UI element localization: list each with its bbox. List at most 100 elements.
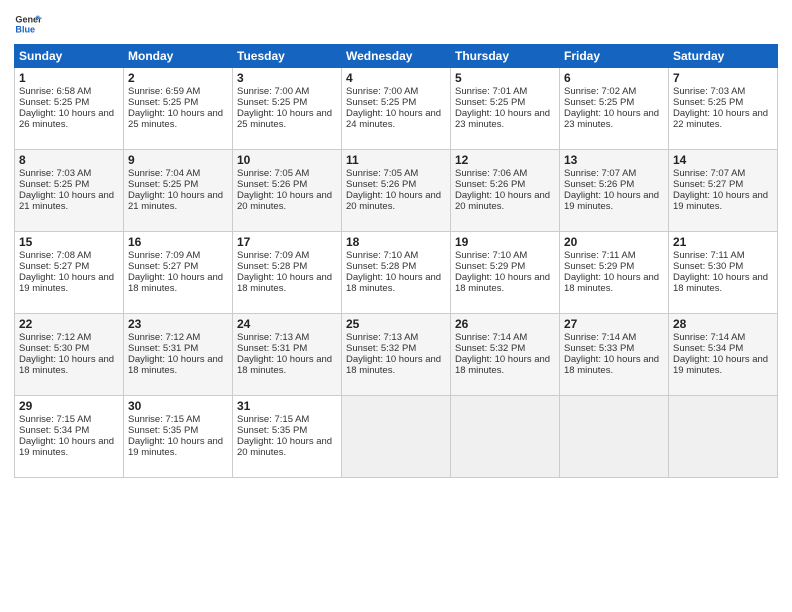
day-cell [669, 396, 778, 478]
day-cell: 29Sunrise: 7:15 AMSunset: 5:34 PMDayligh… [15, 396, 124, 478]
day-cell: 25Sunrise: 7:13 AMSunset: 5:32 PMDayligh… [342, 314, 451, 396]
sunrise-text: Sunrise: 7:13 AM [237, 332, 309, 343]
sunrise-text: Sunrise: 7:14 AM [564, 332, 636, 343]
col-header-thursday: Thursday [451, 45, 560, 68]
sunset-text: Sunset: 5:27 PM [673, 179, 743, 190]
day-cell: 24Sunrise: 7:13 AMSunset: 5:31 PMDayligh… [233, 314, 342, 396]
logo-icon: General Blue [14, 10, 42, 38]
sunset-text: Sunset: 5:35 PM [128, 425, 198, 436]
sunset-text: Sunset: 5:33 PM [564, 343, 634, 354]
week-row-3: 15Sunrise: 7:08 AMSunset: 5:27 PMDayligh… [15, 232, 778, 314]
daylight-text: Daylight: 10 hours and 25 minutes. [128, 108, 223, 130]
daylight-text: Daylight: 10 hours and 18 minutes. [564, 354, 659, 376]
daylight-text: Daylight: 10 hours and 18 minutes. [455, 272, 550, 294]
sunset-text: Sunset: 5:30 PM [673, 261, 743, 272]
sunrise-text: Sunrise: 7:06 AM [455, 168, 527, 179]
day-number: 12 [455, 153, 555, 167]
sunset-text: Sunset: 5:31 PM [128, 343, 198, 354]
daylight-text: Daylight: 10 hours and 18 minutes. [346, 354, 441, 376]
day-number: 15 [19, 235, 119, 249]
sunrise-text: Sunrise: 7:04 AM [128, 168, 200, 179]
col-header-wednesday: Wednesday [342, 45, 451, 68]
sunrise-text: Sunrise: 7:00 AM [346, 86, 418, 97]
day-number: 8 [19, 153, 119, 167]
sunrise-text: Sunrise: 7:11 AM [564, 250, 636, 261]
day-cell: 11Sunrise: 7:05 AMSunset: 5:26 PMDayligh… [342, 150, 451, 232]
day-number: 31 [237, 399, 337, 413]
sunset-text: Sunset: 5:25 PM [455, 97, 525, 108]
sunset-text: Sunset: 5:34 PM [673, 343, 743, 354]
col-header-friday: Friday [560, 45, 669, 68]
day-number: 28 [673, 317, 773, 331]
week-row-4: 22Sunrise: 7:12 AMSunset: 5:30 PMDayligh… [15, 314, 778, 396]
daylight-text: Daylight: 10 hours and 19 minutes. [564, 190, 659, 212]
daylight-text: Daylight: 10 hours and 19 minutes. [19, 436, 114, 458]
daylight-text: Daylight: 10 hours and 18 minutes. [128, 272, 223, 294]
daylight-text: Daylight: 10 hours and 18 minutes. [128, 354, 223, 376]
day-cell: 31Sunrise: 7:15 AMSunset: 5:35 PMDayligh… [233, 396, 342, 478]
day-cell: 6Sunrise: 7:02 AMSunset: 5:25 PMDaylight… [560, 68, 669, 150]
day-number: 13 [564, 153, 664, 167]
col-header-tuesday: Tuesday [233, 45, 342, 68]
day-number: 6 [564, 71, 664, 85]
day-cell: 9Sunrise: 7:04 AMSunset: 5:25 PMDaylight… [124, 150, 233, 232]
sunrise-text: Sunrise: 7:01 AM [455, 86, 527, 97]
day-cell: 13Sunrise: 7:07 AMSunset: 5:26 PMDayligh… [560, 150, 669, 232]
sunrise-text: Sunrise: 7:11 AM [673, 250, 745, 261]
page-container: General Blue SundayMondayTuesdayWednesda… [0, 0, 792, 486]
logo: General Blue [14, 10, 42, 38]
sunset-text: Sunset: 5:25 PM [237, 97, 307, 108]
day-cell: 17Sunrise: 7:09 AMSunset: 5:28 PMDayligh… [233, 232, 342, 314]
col-header-saturday: Saturday [669, 45, 778, 68]
day-cell: 27Sunrise: 7:14 AMSunset: 5:33 PMDayligh… [560, 314, 669, 396]
header-row: SundayMondayTuesdayWednesdayThursdayFrid… [15, 45, 778, 68]
sunset-text: Sunset: 5:25 PM [564, 97, 634, 108]
sunset-text: Sunset: 5:27 PM [19, 261, 89, 272]
sunrise-text: Sunrise: 7:14 AM [455, 332, 527, 343]
daylight-text: Daylight: 10 hours and 18 minutes. [237, 354, 332, 376]
sunrise-text: Sunrise: 7:02 AM [564, 86, 636, 97]
sunset-text: Sunset: 5:27 PM [128, 261, 198, 272]
sunset-text: Sunset: 5:28 PM [237, 261, 307, 272]
day-number: 3 [237, 71, 337, 85]
sunrise-text: Sunrise: 7:15 AM [237, 414, 309, 425]
sunset-text: Sunset: 5:26 PM [455, 179, 525, 190]
svg-text:Blue: Blue [15, 24, 35, 34]
sunset-text: Sunset: 5:35 PM [237, 425, 307, 436]
daylight-text: Daylight: 10 hours and 19 minutes. [673, 190, 768, 212]
sunset-text: Sunset: 5:26 PM [237, 179, 307, 190]
day-number: 4 [346, 71, 446, 85]
day-number: 10 [237, 153, 337, 167]
col-header-monday: Monday [124, 45, 233, 68]
day-cell: 5Sunrise: 7:01 AMSunset: 5:25 PMDaylight… [451, 68, 560, 150]
day-cell: 26Sunrise: 7:14 AMSunset: 5:32 PMDayligh… [451, 314, 560, 396]
day-number: 17 [237, 235, 337, 249]
sunrise-text: Sunrise: 7:05 AM [346, 168, 418, 179]
day-number: 24 [237, 317, 337, 331]
day-number: 5 [455, 71, 555, 85]
sunset-text: Sunset: 5:32 PM [455, 343, 525, 354]
sunrise-text: Sunrise: 7:09 AM [128, 250, 200, 261]
daylight-text: Daylight: 10 hours and 19 minutes. [19, 272, 114, 294]
daylight-text: Daylight: 10 hours and 19 minutes. [128, 436, 223, 458]
day-number: 7 [673, 71, 773, 85]
sunrise-text: Sunrise: 7:03 AM [673, 86, 745, 97]
day-number: 26 [455, 317, 555, 331]
daylight-text: Daylight: 10 hours and 18 minutes. [346, 272, 441, 294]
sunset-text: Sunset: 5:29 PM [455, 261, 525, 272]
day-number: 1 [19, 71, 119, 85]
sunrise-text: Sunrise: 7:14 AM [673, 332, 745, 343]
daylight-text: Daylight: 10 hours and 21 minutes. [128, 190, 223, 212]
day-number: 11 [346, 153, 446, 167]
daylight-text: Daylight: 10 hours and 20 minutes. [237, 436, 332, 458]
daylight-text: Daylight: 10 hours and 21 minutes. [19, 190, 114, 212]
calendar-table: SundayMondayTuesdayWednesdayThursdayFrid… [14, 44, 778, 478]
day-cell: 23Sunrise: 7:12 AMSunset: 5:31 PMDayligh… [124, 314, 233, 396]
sunset-text: Sunset: 5:30 PM [19, 343, 89, 354]
sunset-text: Sunset: 5:25 PM [673, 97, 743, 108]
sunrise-text: Sunrise: 7:05 AM [237, 168, 309, 179]
day-cell: 18Sunrise: 7:10 AMSunset: 5:28 PMDayligh… [342, 232, 451, 314]
day-cell: 20Sunrise: 7:11 AMSunset: 5:29 PMDayligh… [560, 232, 669, 314]
day-cell: 3Sunrise: 7:00 AMSunset: 5:25 PMDaylight… [233, 68, 342, 150]
day-cell: 16Sunrise: 7:09 AMSunset: 5:27 PMDayligh… [124, 232, 233, 314]
